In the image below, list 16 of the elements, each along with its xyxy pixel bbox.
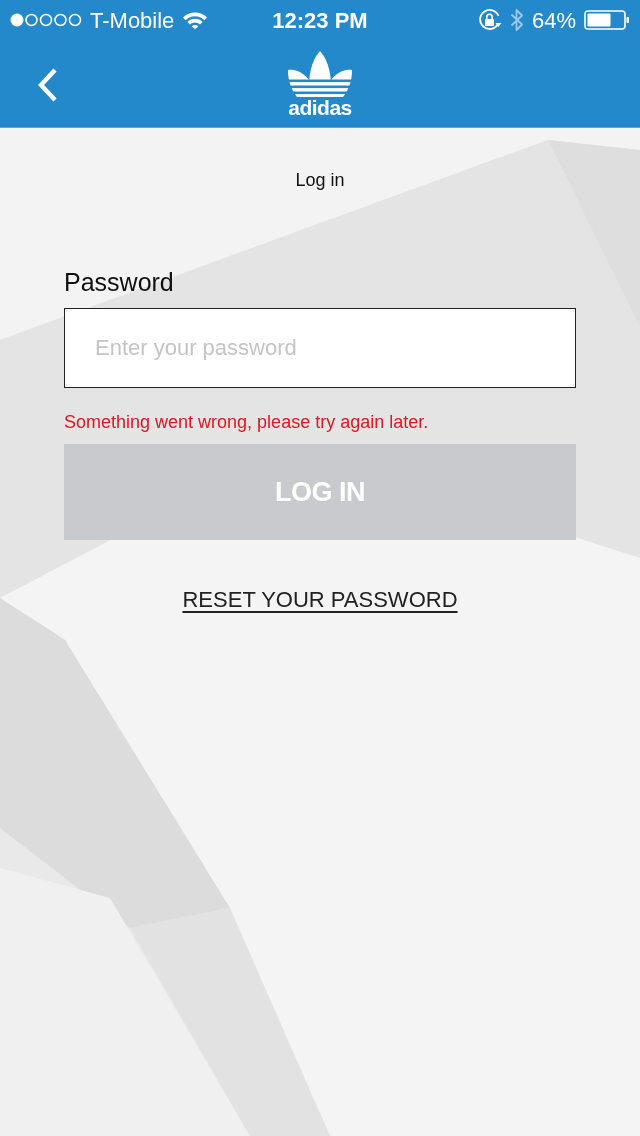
wifi-icon xyxy=(182,11,209,29)
password-field[interactable]: Enter your password xyxy=(64,308,576,388)
carrier-name: T-Mobile xyxy=(90,6,175,35)
chevron-left-icon xyxy=(38,68,58,102)
error-message: Something went wrong, please try again later. xyxy=(64,411,429,434)
clock-time: 12:23 PM xyxy=(272,6,368,35)
signal-strength-icon xyxy=(10,13,82,27)
password-label: Password xyxy=(64,267,174,298)
page-title: Log in xyxy=(295,169,345,192)
battery-percent: 64% xyxy=(531,6,576,35)
rotation-lock-icon xyxy=(477,9,502,31)
reset-password-link[interactable]: RESET YOUR PASSWORD xyxy=(182,586,458,614)
battery-icon xyxy=(584,10,630,30)
bluetooth-icon xyxy=(509,8,524,32)
logo-text: adidas xyxy=(288,96,352,119)
trefoil-logo-icon xyxy=(287,50,353,97)
